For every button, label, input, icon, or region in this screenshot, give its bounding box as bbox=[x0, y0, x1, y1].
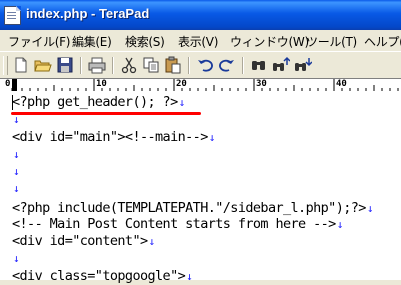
cut-icon[interactable] bbox=[120, 56, 138, 74]
save-icon[interactable] bbox=[56, 56, 74, 74]
code-line[interactable]: ↓ bbox=[12, 250, 20, 267]
menu-edit[interactable]: 編集(E) bbox=[72, 33, 112, 50]
code-line[interactable]: <?php include(TEMPLATEPATH."/sidebar_l.p… bbox=[12, 200, 373, 217]
line-break-mark: ↓ bbox=[148, 235, 156, 248]
code-text: <?php get_header(); ?> bbox=[12, 94, 178, 110]
line-break-mark: ↓ bbox=[186, 270, 193, 283]
print-icon[interactable] bbox=[88, 56, 106, 74]
find-icon[interactable] bbox=[250, 56, 268, 74]
menu-bar: ファイル(F) 編集(E) 検索(S) 表示(V) ウィンドウ(W) ツール(T… bbox=[0, 30, 401, 51]
menu-file[interactable]: ファイル(F) bbox=[8, 33, 70, 50]
line-break-mark: ↓ bbox=[13, 182, 20, 195]
toolbar-separator bbox=[242, 57, 244, 74]
menu-view[interactable]: 表示(V) bbox=[178, 33, 218, 50]
paste-icon[interactable] bbox=[164, 56, 182, 74]
ruler-label: 20 bbox=[176, 79, 187, 89]
line-break-mark: ↓ bbox=[13, 252, 20, 265]
line-break-mark: ↓ bbox=[208, 131, 216, 144]
line-break-mark: ↓ bbox=[366, 202, 374, 215]
menu-window[interactable]: ウィンドウ(W) bbox=[230, 33, 309, 50]
title-bar[interactable]: index.php - TeraPad bbox=[0, 0, 401, 30]
code-text: <div id="content"> bbox=[12, 233, 148, 249]
find-next-icon[interactable] bbox=[272, 56, 290, 74]
code-line[interactable]: <div id="content">↓ bbox=[12, 233, 155, 250]
copy-icon[interactable] bbox=[142, 56, 160, 74]
menu-help[interactable]: ヘルプ(H bbox=[364, 33, 401, 50]
toolbar-separator bbox=[112, 57, 114, 74]
redo-icon[interactable] bbox=[218, 56, 236, 74]
code-line[interactable]: ↓ bbox=[12, 163, 20, 180]
code-text: <!-- Main Post Content starts from here … bbox=[12, 216, 336, 232]
open-folder-icon[interactable] bbox=[34, 56, 52, 74]
code-line[interactable]: <div id="main"><!--main-->↓ bbox=[12, 129, 215, 146]
line-break-mark: ↓ bbox=[13, 148, 20, 161]
toolbar-grip[interactable] bbox=[3, 56, 8, 75]
line-break-mark: ↓ bbox=[178, 96, 186, 109]
code-line[interactable]: <!-- Main Post Content starts from here … bbox=[12, 216, 343, 233]
column-ruler: 0 10 20 30 40 bbox=[0, 78, 401, 92]
highlight-underline bbox=[11, 112, 201, 115]
toolbar-separator bbox=[188, 57, 190, 74]
document-icon bbox=[4, 6, 21, 25]
find-prev-icon[interactable] bbox=[294, 56, 312, 74]
ruler-label: 30 bbox=[256, 79, 267, 89]
toolbar-separator bbox=[80, 57, 82, 74]
code-line[interactable]: ↓ bbox=[12, 180, 20, 197]
undo-icon[interactable] bbox=[196, 56, 214, 74]
code-line[interactable]: ↓ bbox=[12, 146, 20, 163]
code-line[interactable]: <div class="topgoogle">↓ bbox=[12, 268, 193, 285]
ruler-label: 10 bbox=[96, 79, 107, 89]
toolbar bbox=[0, 51, 401, 79]
window-title: index.php - TeraPad bbox=[26, 6, 150, 21]
text-editor[interactable]: <?php get_header(); ?>↓ ↓ <div id="main"… bbox=[0, 91, 401, 284]
menu-tools[interactable]: ツール(T) bbox=[306, 33, 357, 50]
ruler-label: 0 bbox=[5, 79, 11, 89]
menu-search[interactable]: 検索(S) bbox=[125, 33, 165, 50]
code-text: <div class="topgoogle"> bbox=[12, 268, 186, 284]
new-file-icon[interactable] bbox=[12, 56, 30, 74]
line-break-mark: ↓ bbox=[336, 218, 344, 231]
code-text: <div id="main"><!--main--> bbox=[12, 129, 208, 145]
code-line[interactable]: <?php get_header(); ?>↓ bbox=[12, 94, 185, 111]
line-break-mark: ↓ bbox=[13, 165, 20, 178]
ruler-label: 40 bbox=[336, 79, 347, 89]
code-text: <?php include(TEMPLATEPATH."/sidebar_l.p… bbox=[12, 200, 366, 216]
